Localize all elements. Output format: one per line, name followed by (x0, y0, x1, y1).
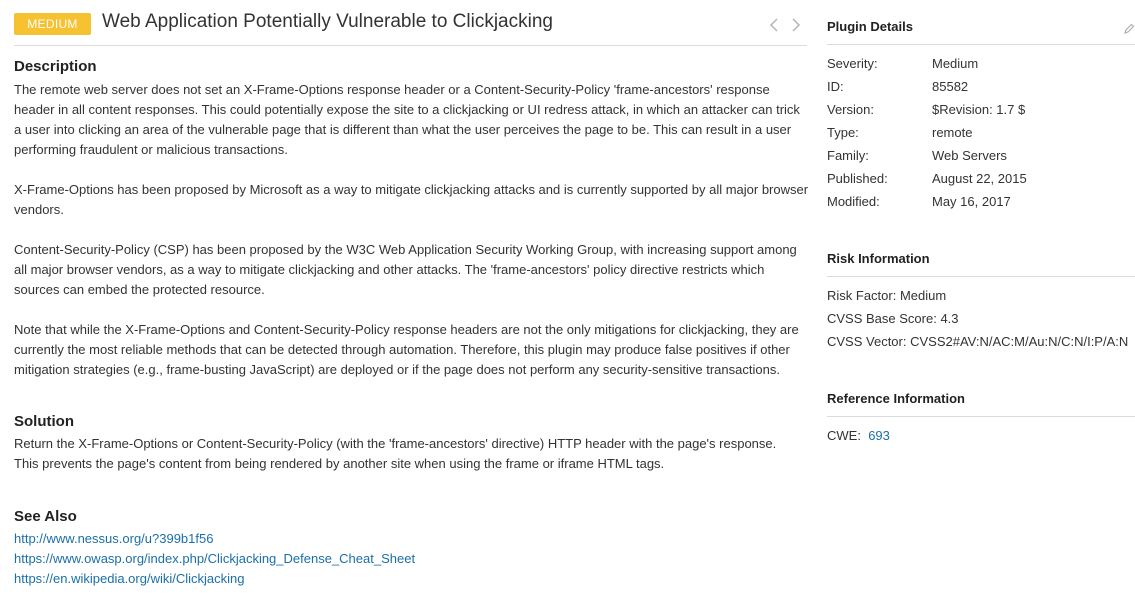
risk-information-header: Risk Information (827, 238, 1135, 277)
chevron-right-icon (792, 18, 801, 32)
detail-key: Severity: (827, 56, 878, 71)
next-plugin-button[interactable] (789, 17, 803, 33)
detail-row-severity: Severity: Medium (827, 56, 978, 72)
detail-key: Type: (827, 125, 859, 140)
cvss-vector: CVSS Vector: CVSS2#AV:N/AC:M/Au:N/C:N/I:… (827, 334, 1129, 349)
detail-row-id: ID: 85582 (827, 79, 968, 95)
see-also-link[interactable]: http://www.nessus.org/u?399b1f56 (14, 529, 415, 549)
see-also-heading: See Also (14, 508, 77, 525)
plugin-details-header: Plugin Details (827, 0, 1135, 45)
chevron-left-icon (769, 18, 778, 32)
description-heading: Description (14, 58, 97, 75)
reference-information-header: Reference Information (827, 378, 1135, 417)
plugin-detail-page: MEDIUM Web Application Potentially Vulne… (0, 0, 1135, 594)
cwe-label: CWE: (827, 428, 861, 443)
description-paragraph: The remote web server does not set an X-… (14, 82, 800, 157)
solution-body: Return the X-Frame-Options or Content-Se… (14, 434, 804, 474)
risk-factor: Risk Factor: Medium (827, 288, 947, 303)
description-paragraph: Note that while the X-Frame-Options and … (14, 322, 799, 377)
see-also-link[interactable]: https://en.wikipedia.org/wiki/Clickjacki… (14, 569, 415, 589)
page-title: Web Application Potentially Vulnerable t… (102, 11, 553, 32)
detail-value: Web Servers (932, 148, 1007, 163)
description-paragraph: X-Frame-Options has been proposed by Mic… (14, 182, 809, 217)
description-paragraph: Content-Security-Policy (CSP) has been p… (14, 242, 797, 297)
detail-row-family: Family: Web Servers (827, 148, 1007, 164)
cwe-link[interactable]: 693 (868, 428, 890, 443)
detail-key: Published: (827, 171, 888, 186)
solution-heading: Solution (14, 413, 74, 430)
solution-line: This prevents the page's content from be… (14, 456, 665, 471)
plugin-main-panel: MEDIUM Web Application Potentially Vulne… (14, 0, 808, 586)
see-also-link[interactable]: https://www.owasp.org/index.php/Clickjac… (14, 549, 415, 569)
solution-line: Return the X-Frame-Options or Content-Se… (14, 436, 777, 451)
previous-plugin-button[interactable] (767, 17, 781, 33)
detail-value: May 16, 2017 (932, 194, 1011, 209)
detail-value: August 22, 2015 (932, 171, 1027, 186)
detail-key: Version: (827, 102, 874, 117)
cwe-row: CWE: 693 (827, 428, 890, 444)
detail-key: Family: (827, 148, 869, 163)
see-also-links: http://www.nessus.org/u?399b1f56 https:/… (14, 529, 415, 589)
detail-row-type: Type: remote (827, 125, 972, 141)
severity-badge: MEDIUM (14, 13, 91, 35)
reference-information-heading: Reference Information (827, 391, 965, 406)
detail-value: $Revision: 1.7 $ (932, 102, 1026, 117)
description-body: The remote web server does not set an X-… (14, 80, 809, 400)
detail-value: 85582 (932, 79, 969, 94)
detail-row-version: Version: $Revision: 1.7 $ (827, 102, 1025, 118)
pencil-icon (1124, 23, 1135, 34)
risk-information-heading: Risk Information (827, 251, 930, 266)
cvss-base-score: CVSS Base Score: 4.3 (827, 311, 959, 326)
title-bar: MEDIUM Web Application Potentially Vulne… (14, 0, 807, 46)
detail-row-published: Published: August 22, 2015 (827, 171, 1027, 187)
detail-key: Modified: (827, 194, 880, 209)
detail-value: remote (932, 125, 973, 140)
detail-row-modified: Modified: May 16, 2017 (827, 194, 1011, 210)
detail-value: Medium (932, 56, 979, 71)
edit-button[interactable] (1123, 22, 1135, 34)
plugin-details-heading: Plugin Details (827, 19, 913, 34)
detail-key: ID: (827, 79, 844, 94)
